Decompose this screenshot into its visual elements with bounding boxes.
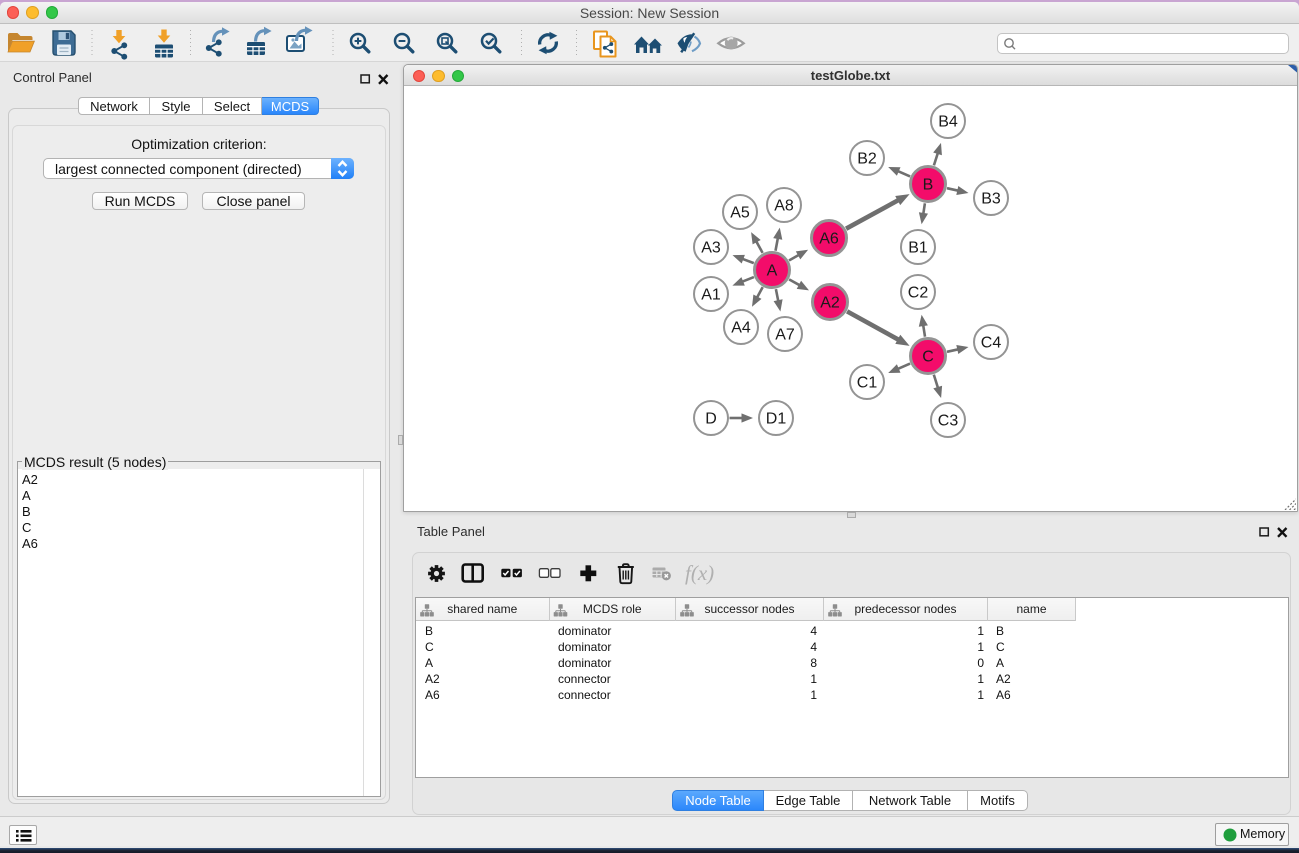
svg-text:B1: B1 — [908, 240, 928, 257]
svg-text:A6: A6 — [819, 231, 839, 248]
svg-text:B4: B4 — [938, 114, 958, 131]
svg-text:B2: B2 — [857, 151, 877, 168]
svg-text:A1: A1 — [701, 287, 721, 304]
svg-text:C: C — [922, 349, 934, 366]
svg-text:A: A — [767, 263, 778, 280]
svg-text:B: B — [923, 177, 934, 194]
svg-text:A7: A7 — [775, 327, 795, 344]
svg-text:C2: C2 — [908, 285, 929, 302]
svg-text:A5: A5 — [730, 205, 750, 222]
svg-text:A4: A4 — [731, 320, 751, 337]
svg-text:D: D — [705, 411, 717, 428]
svg-text:C3: C3 — [938, 413, 959, 430]
svg-text:A2: A2 — [820, 295, 840, 312]
svg-text:C4: C4 — [981, 335, 1002, 352]
svg-text:f(x): f(x) — [685, 561, 714, 585]
svg-text:C1: C1 — [857, 375, 878, 392]
svg-text:B3: B3 — [981, 191, 1001, 208]
svg-text:A8: A8 — [774, 198, 794, 215]
svg-text:A3: A3 — [701, 240, 721, 257]
svg-text:D1: D1 — [766, 411, 787, 428]
